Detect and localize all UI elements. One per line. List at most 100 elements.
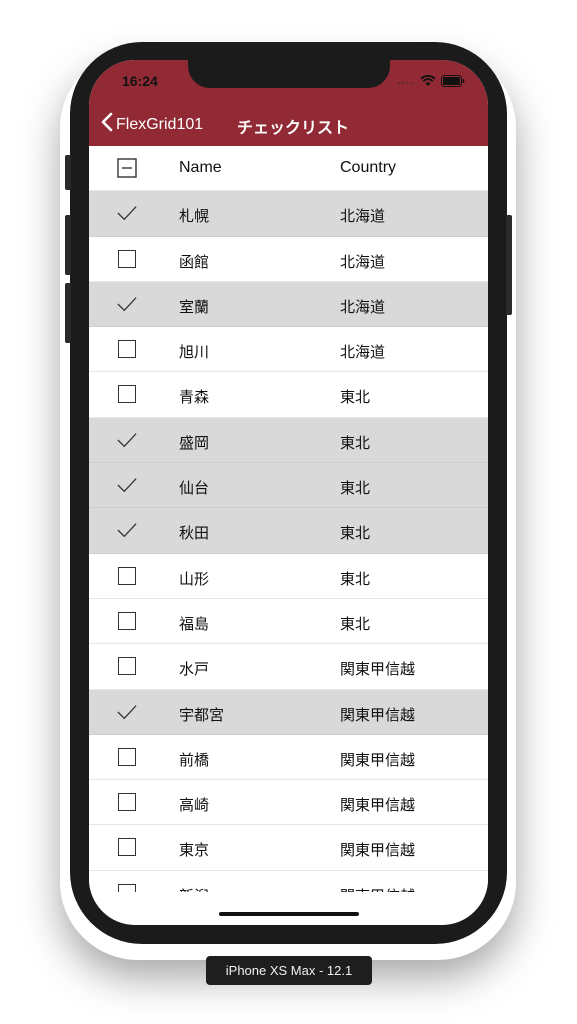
table-row[interactable]: 秋田 東北 <box>89 508 488 554</box>
cell-name: 函館 <box>179 253 210 271</box>
indeterminate-checkbox-icon <box>117 158 137 178</box>
cell-country: 北海道 <box>340 298 386 316</box>
table-row[interactable]: 前橋 関東甲信越 <box>89 735 488 781</box>
row-checkbox[interactable] <box>117 837 137 857</box>
unchecked-box-icon <box>118 657 136 676</box>
home-indicator <box>219 912 359 916</box>
cell-country: 東北 <box>340 480 371 498</box>
cell-name: 宇都宮 <box>179 706 225 724</box>
row-checkbox[interactable] <box>117 249 137 269</box>
wifi-icon <box>420 74 436 92</box>
table-row[interactable]: 宇都宮 関東甲信越 <box>89 689 488 735</box>
status-icons <box>397 74 465 92</box>
table-row[interactable]: 高崎 関東甲信越 <box>89 780 488 826</box>
grid-header-row: Name Country <box>89 146 488 192</box>
row-checkbox[interactable] <box>117 520 137 540</box>
table-row[interactable]: 旭川 北海道 <box>89 327 488 373</box>
unchecked-box-icon <box>118 611 136 630</box>
cell-name: 秋田 <box>179 525 210 543</box>
status-time: 16:24 <box>122 73 158 89</box>
cell-name: 前橋 <box>179 751 210 769</box>
table-row[interactable]: 盛岡 東北 <box>89 417 488 464</box>
cell-name: 仙台 <box>179 480 210 498</box>
table-row[interactable]: 新潟 関東甲信越 <box>89 871 488 892</box>
row-checkbox[interactable] <box>117 384 137 404</box>
column-header-name[interactable]: Name <box>179 159 222 177</box>
cell-name: 札幌 <box>179 208 210 226</box>
cell-name: 青森 <box>179 389 210 407</box>
unchecked-box-icon <box>118 883 136 892</box>
unchecked-box-icon <box>118 566 136 585</box>
cell-country: 東北 <box>340 434 371 452</box>
notch <box>188 60 390 88</box>
grid-body: 札幌 北海道 函館 北海道 室蘭 北海道 旭川 北海道 青森 東北 盛岡 東北 仙台 東北 秋田 東北 山形 東北… <box>89 191 488 892</box>
checkmark-icon <box>117 206 137 221</box>
table-row[interactable]: 札幌 北海道 <box>89 191 488 237</box>
row-checkbox[interactable] <box>117 611 137 631</box>
cell-country: 関東甲信越 <box>340 706 416 724</box>
table-row[interactable]: 仙台 東北 <box>89 463 488 509</box>
cell-name: 盛岡 <box>179 434 210 452</box>
flex-grid[interactable]: Name Country 札幌 北海道 函館 北海道 室蘭 北海道 旭川 北海道 青森 東北 盛岡東… <box>89 146 488 892</box>
cell-name: 高崎 <box>179 797 210 815</box>
row-checkbox[interactable] <box>117 656 137 676</box>
row-checkbox[interactable] <box>117 294 137 314</box>
table-row[interactable]: 室蘭 北海道 <box>89 281 488 328</box>
power-button <box>506 215 512 315</box>
signal-icon <box>397 74 415 92</box>
checkmark-icon <box>117 297 137 312</box>
unchecked-box-icon <box>118 385 136 404</box>
row-checkbox[interactable] <box>117 792 137 812</box>
simulator-canvas: 16:24 FlexGrid101 チェックリスト Name Country 札… <box>0 0 577 1024</box>
row-checkbox[interactable] <box>117 203 137 223</box>
table-row[interactable]: 青森 東北 <box>89 372 488 418</box>
table-row[interactable]: 水戸 関東甲信越 <box>89 644 488 690</box>
row-checkbox[interactable] <box>117 339 137 359</box>
cell-country: 北海道 <box>340 344 386 362</box>
cell-name: 旭川 <box>179 344 210 362</box>
device-label: iPhone XS Max - 12.1 <box>206 956 372 985</box>
cell-country: 関東甲信越 <box>340 885 415 892</box>
cell-name: 福島 <box>179 615 210 633</box>
unchecked-box-icon <box>118 793 136 812</box>
table-row[interactable]: 東京 関東甲信越 <box>89 825 488 871</box>
unchecked-box-icon <box>118 340 136 359</box>
cell-country: 関東甲信越 <box>340 797 416 815</box>
row-checkbox[interactable] <box>117 566 137 586</box>
cell-country: 北海道 <box>340 253 386 271</box>
row-checkbox[interactable] <box>117 702 137 722</box>
unchecked-box-icon <box>118 249 136 268</box>
column-header-country[interactable]: Country <box>340 159 396 177</box>
row-checkbox[interactable] <box>117 430 137 450</box>
page-title: チェックリスト <box>237 120 350 137</box>
volume-down-button <box>65 283 71 343</box>
cell-country: 東北 <box>340 389 371 407</box>
cell-name: 水戸 <box>179 661 210 679</box>
cell-country: 東北 <box>340 525 371 543</box>
row-checkbox[interactable] <box>117 747 137 767</box>
table-row[interactable]: 福島 東北 <box>89 599 488 645</box>
phone-screen: 16:24 FlexGrid101 チェックリスト Name Country 札… <box>89 60 488 925</box>
row-checkbox[interactable] <box>117 883 137 892</box>
volume-up-button <box>65 215 71 275</box>
cell-country: 東北 <box>340 570 371 588</box>
select-all-checkbox[interactable] <box>117 158 137 178</box>
row-checkbox[interactable] <box>117 475 137 495</box>
battery-icon <box>441 74 465 92</box>
cell-name: 室蘭 <box>179 298 210 316</box>
checkmark-icon <box>117 478 137 493</box>
checkmark-icon <box>117 523 137 538</box>
cell-country: 関東甲信越 <box>340 751 416 769</box>
cell-country: 東北 <box>340 615 371 633</box>
navigation-bar: 16:24 FlexGrid101 チェックリスト <box>89 60 488 146</box>
checkmark-icon <box>117 704 137 719</box>
table-row[interactable]: 函館 北海道 <box>89 237 488 282</box>
cell-name: 新潟 <box>179 885 209 892</box>
chevron-left-icon <box>101 112 116 137</box>
checkmark-icon <box>117 432 137 448</box>
table-row[interactable]: 山形 東北 <box>89 554 488 599</box>
unchecked-box-icon <box>118 838 136 857</box>
back-button-label: FlexGrid101 <box>116 115 204 133</box>
back-button[interactable]: FlexGrid101 <box>101 112 203 137</box>
cell-name: 山形 <box>179 570 210 588</box>
